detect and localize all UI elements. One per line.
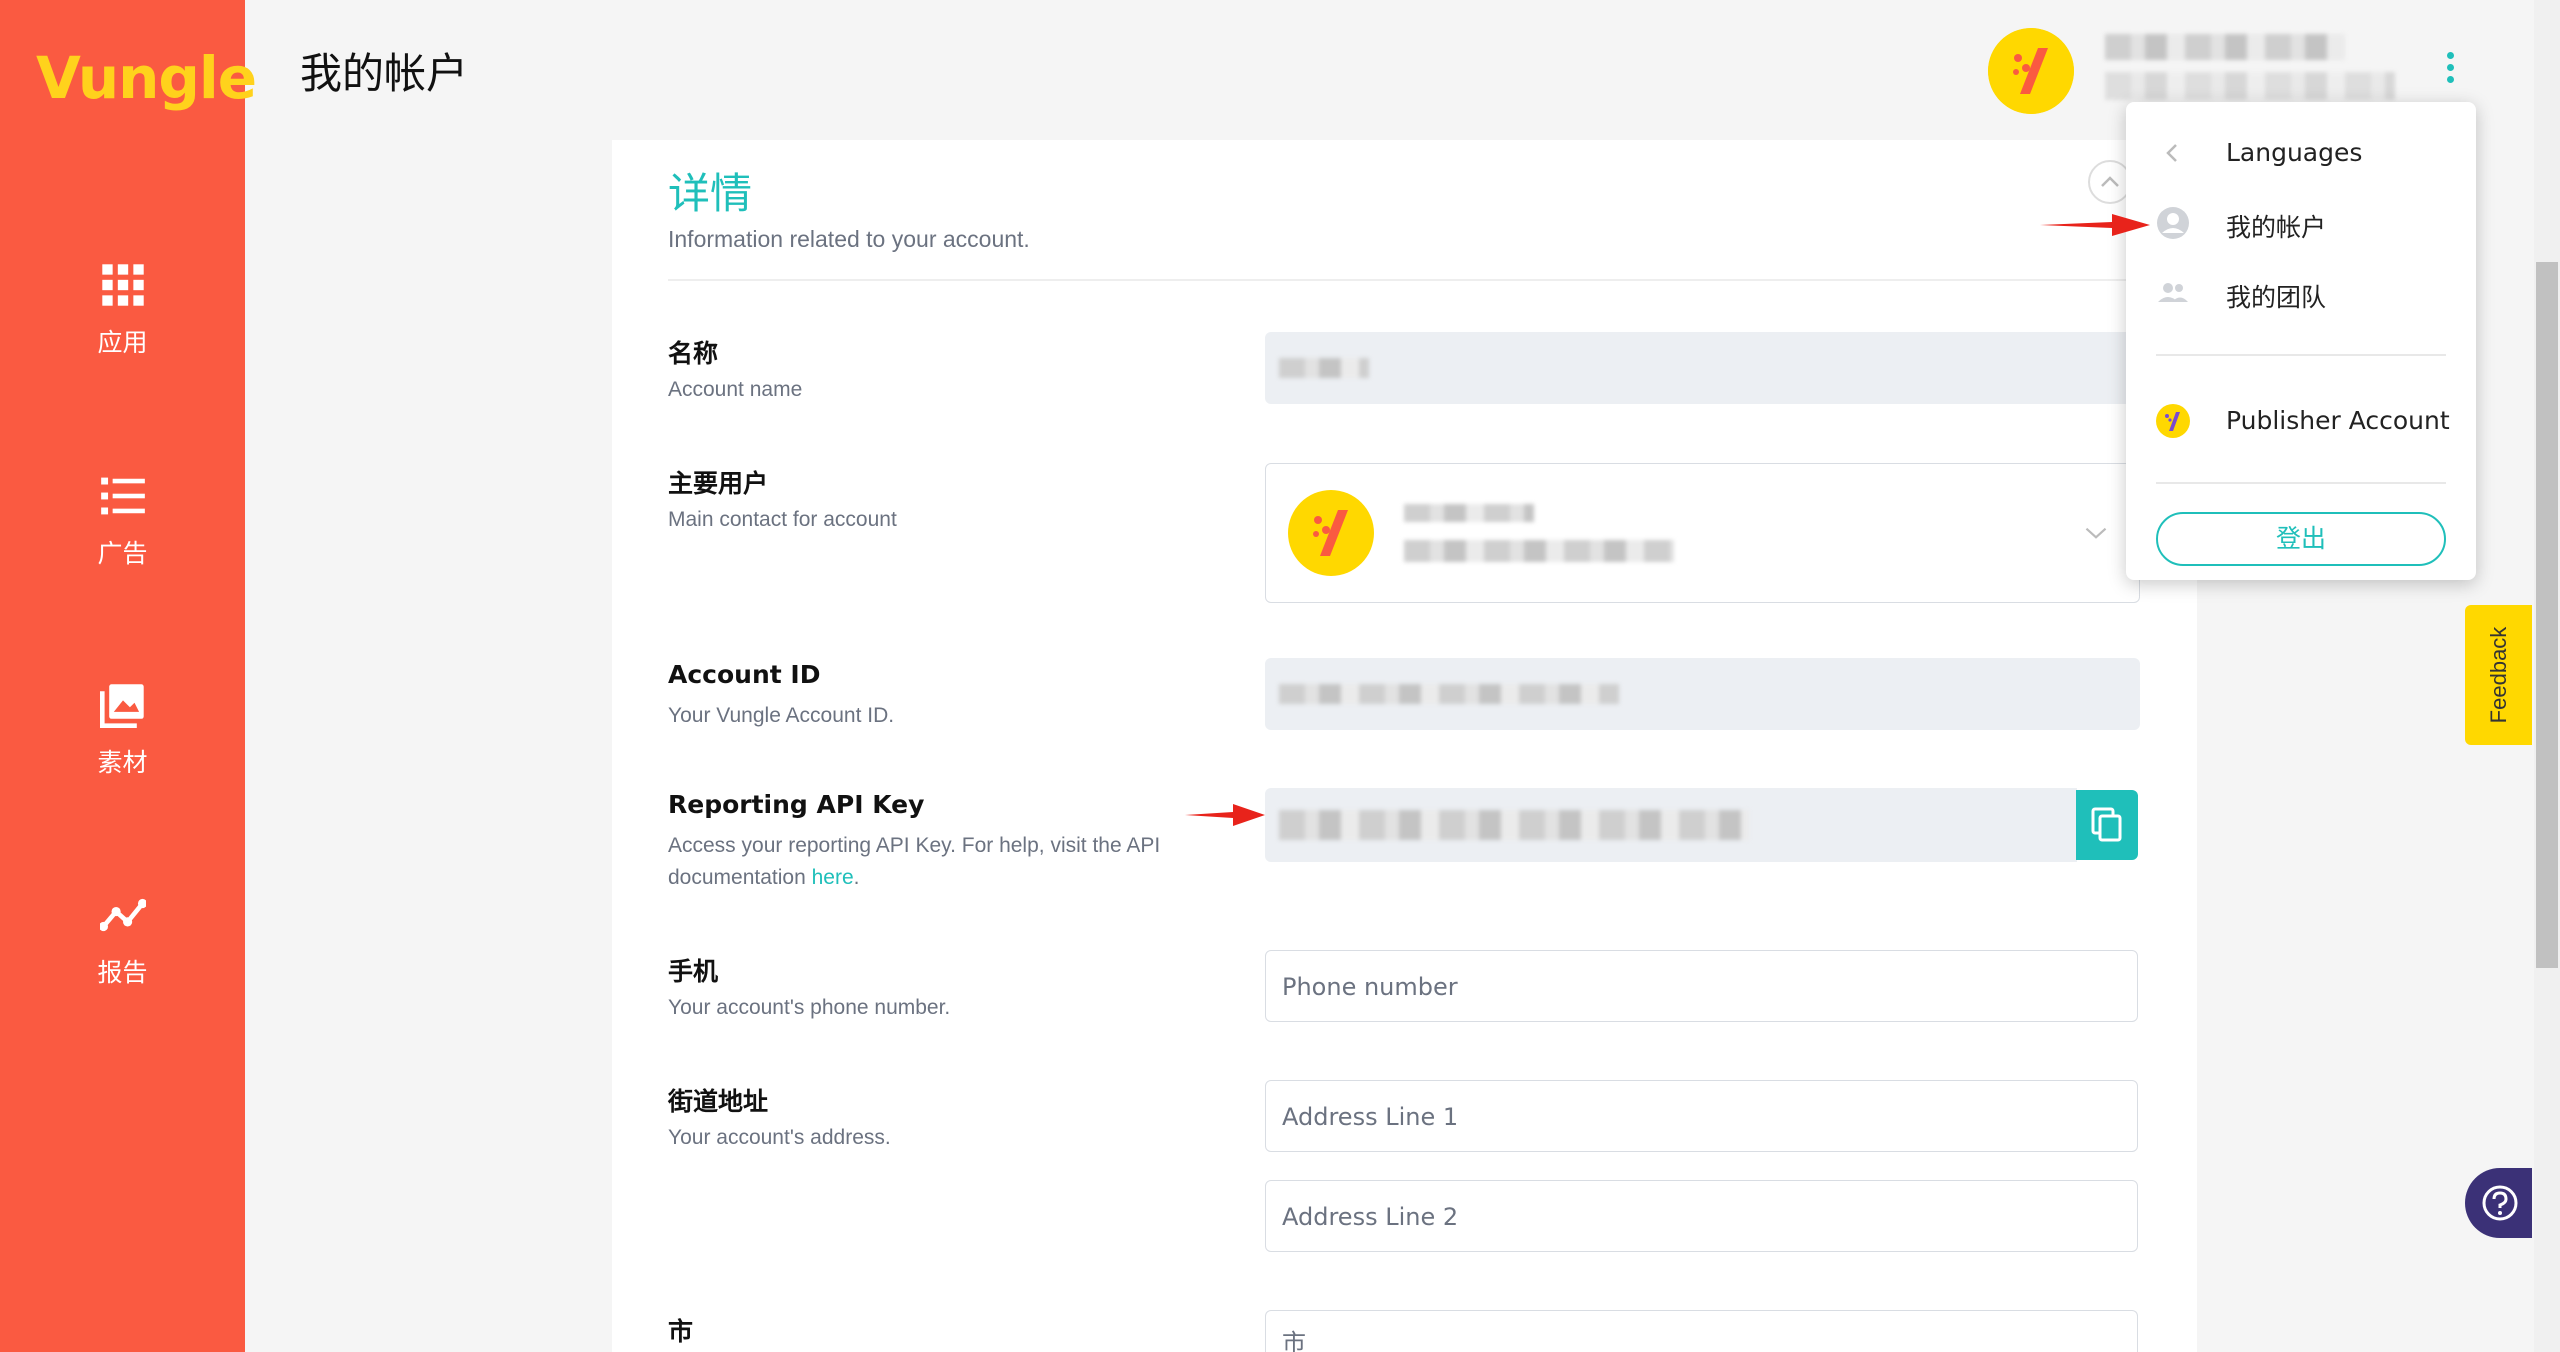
vungle-avatar-icon	[2156, 404, 2190, 438]
feedback-label: Feedback	[2485, 626, 2511, 724]
chevron-down-icon	[2085, 527, 2107, 539]
api-key-label: Reporting API Key	[668, 790, 925, 819]
phone-desc: Your account's phone number.	[668, 996, 951, 1019]
main-user-label: 主要用户	[668, 469, 769, 498]
divider	[668, 279, 2138, 281]
account-menu: Languages 我的帐户 我的团队 Publisher Account 登出	[2126, 102, 2476, 580]
help-button[interactable]	[2465, 1168, 2532, 1238]
menu-item-label: Publisher Account	[2226, 406, 2450, 435]
menu-item-label: Languages	[2226, 138, 2363, 167]
address-line2-input[interactable]: Address Line 2	[1265, 1180, 2138, 1252]
main-user-select[interactable]	[1265, 463, 2140, 603]
menu-divider	[2156, 482, 2446, 484]
chevron-up-icon	[2101, 176, 2119, 187]
menu-item-label: 我的帐户	[2226, 213, 2327, 242]
sidebar-item-creatives[interactable]: 素材	[0, 682, 245, 779]
avatar[interactable]	[1988, 28, 2074, 114]
user-name-redacted	[2105, 34, 2345, 60]
account-name-field	[1265, 332, 2140, 404]
logout-button[interactable]: 登出	[2156, 512, 2446, 566]
section-subtitle: Information related to your account.	[668, 226, 1030, 252]
menu-item-label: 我的团队	[2226, 283, 2327, 312]
scrollbar-thumb[interactable]	[2536, 262, 2558, 968]
address-desc: Your account's address.	[668, 1126, 891, 1149]
list-icon	[100, 477, 145, 515]
api-key-field	[1265, 788, 2077, 862]
city-input[interactable]: 市	[1265, 1310, 2138, 1352]
address-line1-input[interactable]: Address Line 1	[1265, 1080, 2138, 1152]
phone-input[interactable]: Phone number	[1265, 950, 2138, 1022]
question-icon	[2482, 1185, 2518, 1221]
redacted-email	[1404, 540, 1674, 562]
image-stack-icon	[99, 684, 144, 728]
redacted-name	[1404, 504, 1534, 522]
line-chart-icon	[98, 898, 147, 932]
city-label: 市	[668, 1317, 694, 1346]
address-label: 街道地址	[668, 1087, 769, 1116]
api-key-desc: Access your reporting API Key. For help,…	[668, 834, 1161, 889]
name-label: 名称	[668, 339, 719, 368]
phone-label: 手机	[668, 957, 719, 986]
more-menu-icon[interactable]	[2444, 52, 2456, 92]
menu-divider	[2156, 354, 2446, 356]
menu-item-my-account[interactable]: 我的帐户	[2126, 192, 2476, 252]
menu-item-publisher-account[interactable]: Publisher Account	[2126, 390, 2476, 450]
redacted-value	[1279, 684, 1619, 704]
details-card	[612, 140, 2197, 1352]
sidebar-item-reports[interactable]: 报告	[0, 892, 245, 989]
menu-item-my-team[interactable]: 我的团队	[2126, 262, 2476, 322]
main-user-desc: Main contact for account	[668, 508, 897, 531]
grid-icon	[101, 264, 144, 306]
team-icon	[2158, 283, 2188, 302]
chevron-left-icon	[2166, 144, 2177, 162]
redacted-value	[1279, 358, 1369, 378]
user-avatar	[1288, 490, 1374, 576]
feedback-tab[interactable]: Feedback	[2465, 605, 2532, 745]
page-title: 我的帐户	[300, 49, 469, 98]
account-id-desc: Your Vungle Account ID.	[668, 704, 895, 727]
sidebar-item-label: 应用	[97, 328, 148, 357]
sidebar-item-label: 报告	[97, 958, 148, 987]
sidebar: Vungle 应用 广告 素材 报告	[0, 0, 257, 1352]
sidebar-item-ads[interactable]: 广告	[0, 473, 245, 570]
sidebar-item-label: 素材	[97, 748, 148, 777]
account-id-label: Account ID	[668, 660, 821, 689]
user-email-redacted	[2105, 72, 2395, 100]
name-desc: Account name	[668, 378, 803, 401]
red-arrow-annotation	[2040, 214, 2150, 236]
user-circle-icon	[2157, 207, 2189, 239]
api-docs-link[interactable]: here	[812, 866, 854, 889]
sidebar-item-apps[interactable]: 应用	[0, 262, 245, 359]
menu-item-languages[interactable]: Languages	[2126, 122, 2476, 182]
sidebar-item-label: 广告	[97, 539, 148, 568]
account-id-field	[1265, 658, 2140, 730]
section-title: 详情	[668, 169, 753, 218]
copy-button[interactable]	[2076, 790, 2138, 860]
copy-icon	[2091, 807, 2122, 842]
redacted-value	[1279, 810, 1749, 840]
red-arrow-annotation	[1185, 804, 1265, 826]
vungle-logo[interactable]: Vungle	[36, 44, 257, 112]
